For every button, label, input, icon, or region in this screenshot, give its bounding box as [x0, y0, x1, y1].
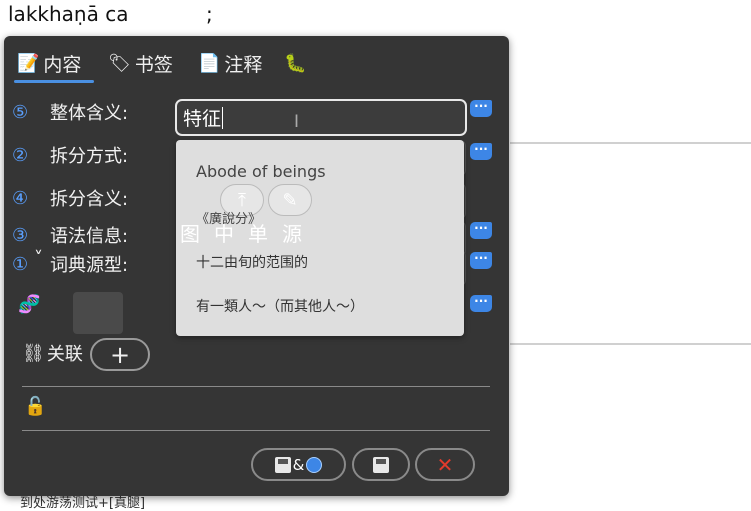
tab-notes[interactable]: 📄 注释 [198, 46, 262, 80]
field-number: ⑤ [12, 102, 29, 123]
floppy-disk-icon [274, 456, 291, 473]
field-number: ① [12, 254, 29, 275]
word-editor-panel: 📝 内容 🏷 书签 📄 注释 🐛 ⑤ 整体含义: ② 拆分方式: ④ 拆分含义:… [4, 36, 509, 496]
more-options-button[interactable]: ··· [470, 100, 492, 117]
divider [22, 430, 490, 431]
tab-bar: 📝 内容 🏷 书签 📄 注释 🐛 [4, 36, 509, 84]
tab-label: 内容 [43, 53, 82, 76]
link-label: 关联 [46, 344, 83, 365]
active-tab-indicator [14, 80, 94, 83]
overall-meaning-input[interactable]: 特征 [175, 99, 467, 136]
suggestion-item[interactable]: Abode of beings [196, 162, 326, 181]
tab-content[interactable]: 📝 内容 [17, 46, 81, 80]
save-and-sync-button[interactable]: & [251, 448, 346, 481]
divider [22, 386, 490, 387]
chevron-down-icon[interactable]: ˅ [34, 248, 43, 269]
caterpillar-icon: 🐛 [284, 52, 307, 74]
chain-link-icon: ⛓ [22, 342, 45, 364]
close-icon: ✕ [436, 452, 454, 477]
field-label-grammar-info: 语法信息: [50, 226, 129, 247]
color-swatch[interactable] [73, 292, 123, 334]
memo-icon: 📝 [17, 52, 40, 74]
field-number: ② [12, 145, 29, 166]
more-options-button[interactable]: ··· [470, 143, 492, 160]
text-cursor-icon: I [294, 112, 300, 132]
overlay-source-text: 图中单源 [180, 222, 316, 246]
dna-icon[interactable]: 🧬 [18, 294, 40, 315]
tab-bug[interactable]: 🐛 [284, 46, 310, 80]
field-label-dictionary-source: 词典源型: [50, 255, 129, 276]
note-icon: 📄 [198, 52, 221, 74]
amp-symbol: & [292, 455, 305, 474]
overall-meaning-value: 特征 [183, 108, 222, 130]
field-number: ③ [12, 225, 29, 246]
floppy-disk-icon [373, 456, 389, 473]
background-word: lakkhaṇā ca [8, 2, 129, 26]
more-options-button[interactable]: ··· [470, 295, 492, 312]
more-options-button[interactable]: ··· [470, 252, 492, 269]
suggestion-item[interactable]: 十二由旬的范围的 [196, 252, 308, 272]
lock-icon[interactable]: 🔓 [24, 396, 46, 417]
more-options-button[interactable]: ··· [470, 222, 492, 239]
suggestion-item[interactable]: 有一類人～（而其他人～） [196, 296, 364, 316]
link-row: ⛓ 关联 [22, 340, 83, 366]
background-divider [510, 142, 751, 144]
cancel-button[interactable]: ✕ [415, 448, 475, 481]
tab-bookmark[interactable]: 🏷 书签 [108, 46, 173, 80]
tab-label: 注释 [224, 53, 263, 76]
field-number: ④ [12, 188, 29, 209]
background-semicolon: ; [206, 2, 213, 26]
add-link-button[interactable]: + [90, 338, 150, 371]
tag-icon: 🏷 [108, 52, 131, 74]
save-button[interactable] [352, 448, 410, 481]
globe-icon [306, 456, 323, 473]
text-caret [222, 106, 224, 129]
field-label-split-method: 拆分方式: [50, 146, 129, 167]
edit-pencil-icon[interactable]: ✎ [268, 184, 312, 216]
field-label-split-meaning: 拆分含义: [50, 189, 129, 210]
background-divider [510, 343, 751, 345]
tab-label: 书签 [134, 53, 173, 76]
field-label-overall-meaning: 整体含义: [50, 103, 129, 124]
